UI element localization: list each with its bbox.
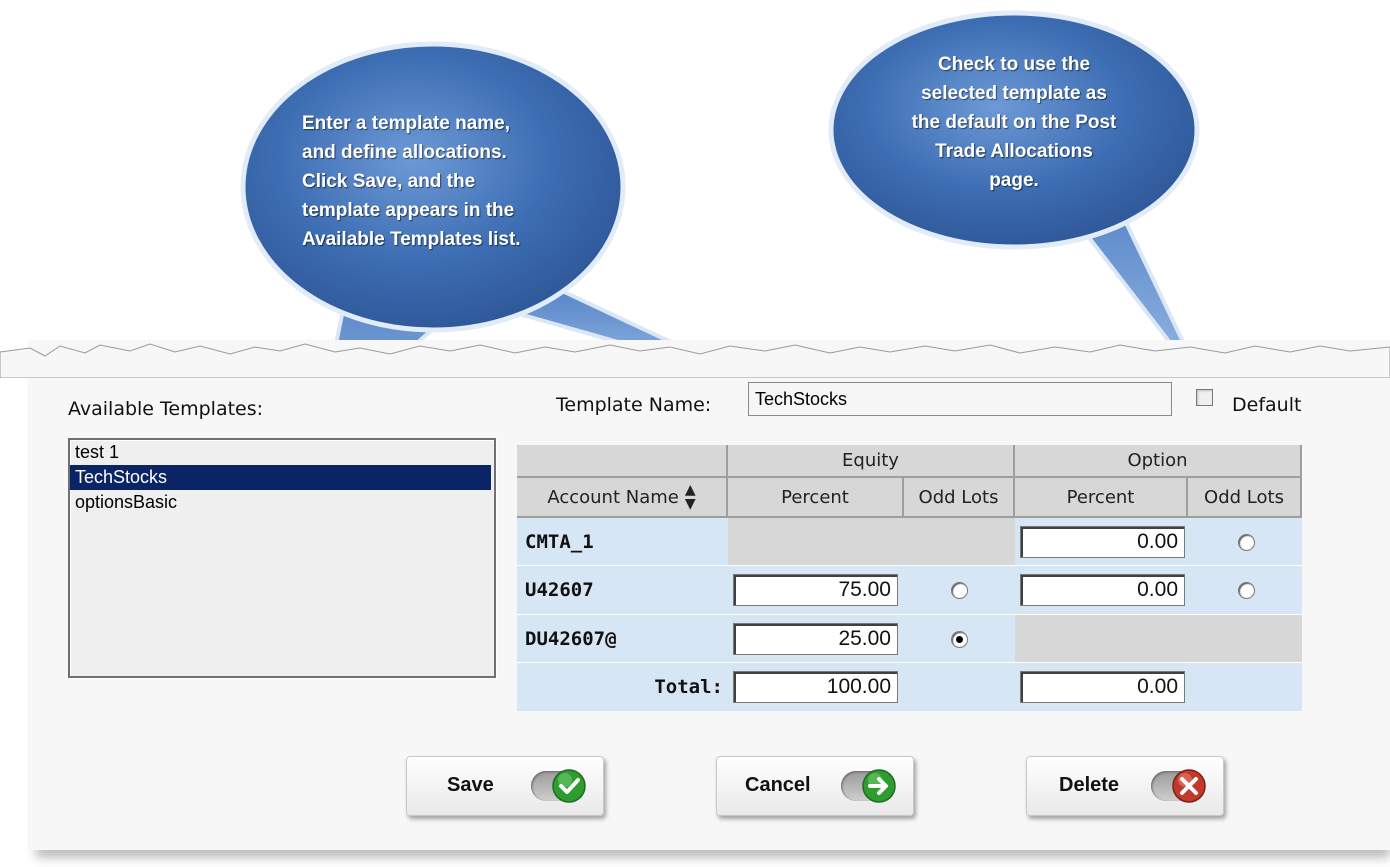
cancel-button[interactable]: Cancel xyxy=(716,756,914,816)
equity-oddlots-header: Odd Lots xyxy=(904,478,1015,518)
template-name-label: Template Name: xyxy=(556,394,712,416)
account-name-header-label: Account Name xyxy=(547,486,679,508)
option-total-field: 0.00 xyxy=(1020,671,1185,703)
template-item-techstocks[interactable]: TechStocks xyxy=(70,465,491,490)
allocation-table: Equity Option Account Name ▲ ▼ Percent Od… xyxy=(517,445,1305,713)
option-oddlots-radio[interactable] xyxy=(1238,582,1255,599)
default-label: Default xyxy=(1232,394,1302,416)
cancel-button-label: Cancel xyxy=(745,774,811,796)
blank-header xyxy=(517,445,728,478)
checkmark-icon xyxy=(552,769,586,803)
templates-listbox[interactable]: test 1 TechStocks optionsBasic xyxy=(68,438,496,678)
account-cell: CMTA_1 xyxy=(517,518,728,566)
account-cell: U42607 xyxy=(517,566,728,615)
save-button-label: Save xyxy=(447,774,494,796)
close-icon xyxy=(1172,769,1206,803)
equity-disabled-cell xyxy=(728,518,1015,566)
sort-arrows-icon[interactable]: ▲ ▼ xyxy=(685,483,696,511)
template-item-test1[interactable]: test 1 xyxy=(70,440,494,465)
template-item-optionsbasic[interactable]: optionsBasic xyxy=(70,490,494,515)
save-button[interactable]: Save xyxy=(406,756,604,816)
total-label: Total: xyxy=(654,676,723,698)
equity-percent-input[interactable]: 25.00 xyxy=(733,623,898,655)
torn-edge xyxy=(0,343,1390,378)
left-callout-text: Enter a template name, and define alloca… xyxy=(302,113,521,250)
right-callout-text: Check to use the selected template as th… xyxy=(911,54,1117,191)
option-disabled-cell xyxy=(1015,615,1302,663)
equity-oddlots-radio[interactable] xyxy=(951,582,968,599)
arrow-right-icon xyxy=(862,769,896,803)
account-cell: DU42607@ xyxy=(517,615,728,663)
delete-button[interactable]: Delete xyxy=(1026,756,1224,816)
option-oddlots-header: Odd Lots xyxy=(1188,478,1302,518)
account-name-header[interactable]: Account Name ▲ ▼ xyxy=(517,478,728,518)
option-group-header: Option xyxy=(1015,445,1302,478)
equity-percent-input[interactable]: 75.00 xyxy=(733,574,898,606)
equity-oddlots-radio-checked[interactable] xyxy=(951,631,968,648)
default-checkbox[interactable] xyxy=(1196,389,1213,406)
equity-total-field: 100.00 xyxy=(733,671,898,703)
available-templates-label: Available Templates: xyxy=(68,398,264,420)
option-percent-input[interactable]: 0.00 xyxy=(1020,526,1185,558)
equity-percent-header: Percent xyxy=(728,478,904,518)
option-percent-header: Percent xyxy=(1015,478,1188,518)
delete-button-label: Delete xyxy=(1059,774,1120,796)
option-oddlots-radio[interactable] xyxy=(1238,534,1255,551)
template-name-input[interactable]: TechStocks xyxy=(748,382,1172,416)
equity-group-header: Equity xyxy=(728,445,1015,478)
option-percent-input[interactable]: 0.00 xyxy=(1020,574,1185,606)
